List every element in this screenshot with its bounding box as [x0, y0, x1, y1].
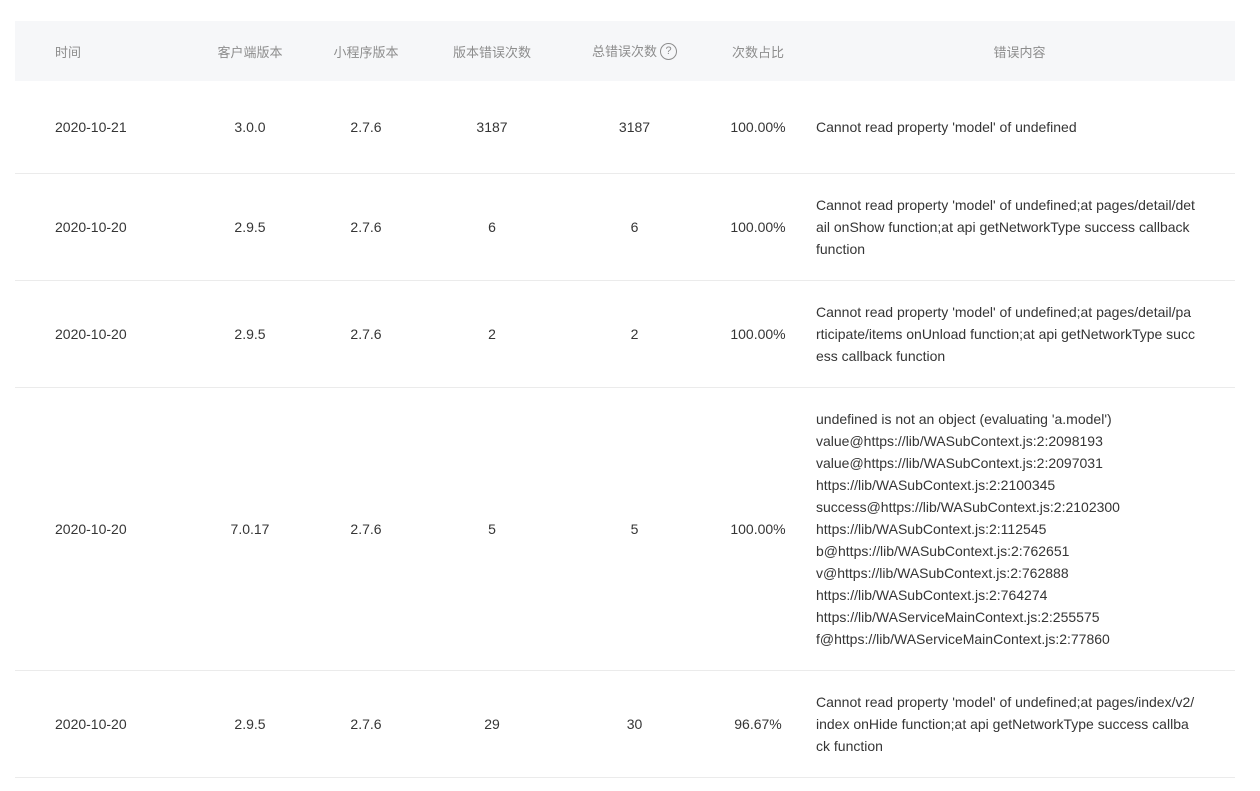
table-row: 2020-10-20 7.0.17 2.7.6 5 5 100.00% unde… [15, 387, 1235, 671]
cell-miniprogram-version: 2.7.6 [305, 280, 427, 388]
cell-version-error-count: 2 [427, 280, 557, 388]
cell-total-error-count: 2 [557, 280, 712, 388]
error-content-text: Cannot read property 'model' of undefine… [816, 196, 1195, 257]
help-icon[interactable]: ? [660, 43, 677, 61]
cell-error-content: Cannot read property 'model' of undefine… [804, 81, 1235, 174]
cell-error-content: Cannot read property 'model' of undefine… [804, 173, 1235, 281]
cell-error-content: undefined is not an object (evaluating '… [804, 387, 1235, 671]
cell-time: 2020-10-20 [15, 280, 195, 388]
cell-client-version: 3.0.0 [195, 81, 305, 174]
header-total-error-count: 总错误次数? [557, 21, 712, 81]
header-miniprogram-version: 小程序版本 [333, 44, 399, 60]
cell-ratio: 100.00% [712, 387, 804, 671]
cell-ratio: 96.67% [712, 670, 804, 778]
cell-client-version: 2.9.5 [195, 670, 305, 778]
error-content-text: Cannot read property 'model' of undefine… [816, 118, 1077, 135]
cell-miniprogram-version: 2.7.6 [305, 81, 427, 174]
header-row: 时间 客户端版本 小程序版本 版本错误次数 总错误次数? 次数占比 错误内容 [15, 21, 1235, 81]
cell-client-version: 2.9.5 [195, 280, 305, 388]
cell-client-version: 2.9.5 [195, 173, 305, 281]
error-content-text: undefined is not an object (evaluating '… [816, 410, 1120, 647]
table-row: 2020-10-21 3.0.0 2.7.6 3187 3187 100.00%… [15, 81, 1235, 174]
cell-ratio: 100.00% [712, 280, 804, 388]
table-body: 2020-10-21 3.0.0 2.7.6 3187 3187 100.00%… [15, 81, 1235, 778]
cell-miniprogram-version: 2.7.6 [305, 387, 427, 671]
error-log-table: 时间 客户端版本 小程序版本 版本错误次数 总错误次数? 次数占比 错误内容 2… [15, 21, 1235, 778]
cell-version-error-count: 6 [427, 173, 557, 281]
cell-client-version: 7.0.17 [195, 387, 305, 671]
table-header: 时间 客户端版本 小程序版本 版本错误次数 总错误次数? 次数占比 错误内容 [15, 21, 1235, 81]
table-row: 2020-10-20 2.9.5 2.7.6 6 6 100.00% Canno… [15, 173, 1235, 281]
header-ratio: 次数占比 [731, 44, 784, 60]
error-content-text: Cannot read property 'model' of undefine… [816, 303, 1195, 364]
cell-time: 2020-10-20 [15, 670, 195, 778]
cell-time: 2020-10-20 [15, 173, 195, 281]
error-log-table-container: 时间 客户端版本 小程序版本 版本错误次数 总错误次数? 次数占比 错误内容 2… [15, 21, 1235, 778]
cell-miniprogram-version: 2.7.6 [305, 670, 427, 778]
cell-ratio: 100.00% [712, 173, 804, 281]
header-version-error-count: 版本错误次数 [452, 44, 531, 60]
cell-miniprogram-version: 2.7.6 [305, 173, 427, 281]
header-total-error-count-label: 总错误次数 [591, 43, 657, 59]
cell-total-error-count: 6 [557, 173, 712, 281]
table-row: 2020-10-20 2.9.5 2.7.6 2 2 100.00% Canno… [15, 280, 1235, 388]
cell-total-error-count: 30 [557, 670, 712, 778]
header-error-content: 错误内容 [993, 44, 1046, 60]
table-row: 2020-10-20 2.9.5 2.7.6 29 30 96.67% Cann… [15, 670, 1235, 778]
cell-ratio: 100.00% [712, 81, 804, 174]
cell-version-error-count: 3187 [427, 81, 557, 174]
cell-time: 2020-10-20 [15, 387, 195, 671]
cell-error-content: Cannot read property 'model' of undefine… [804, 280, 1235, 388]
cell-version-error-count: 29 [427, 670, 557, 778]
header-time: 时间 [55, 44, 82, 60]
error-content-text: Cannot read property 'model' of undefine… [816, 693, 1195, 754]
cell-error-content: Cannot read property 'model' of undefine… [804, 670, 1235, 778]
header-client-version: 客户端版本 [217, 44, 283, 60]
cell-time: 2020-10-21 [15, 81, 195, 174]
cell-total-error-count: 5 [557, 387, 712, 671]
cell-version-error-count: 5 [427, 387, 557, 671]
cell-total-error-count: 3187 [557, 81, 712, 174]
